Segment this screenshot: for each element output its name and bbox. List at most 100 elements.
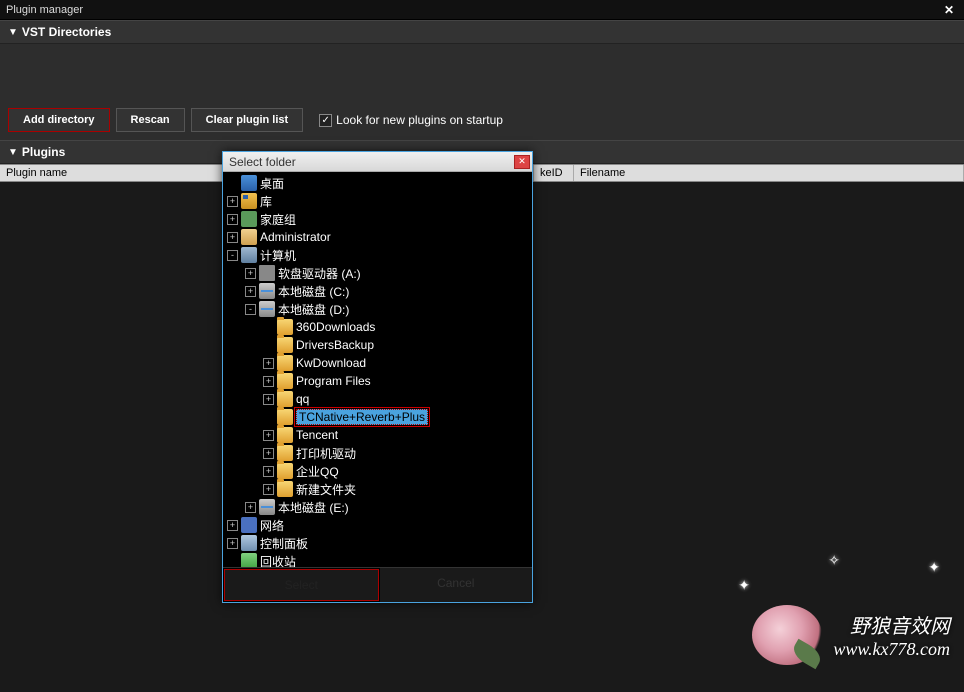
folder-icon <box>277 355 293 371</box>
tree-expander-icon[interactable]: + <box>227 196 238 207</box>
tree-node-label: 打印机驱动 <box>296 445 356 462</box>
tree-node[interactable]: DriversBackup <box>223 336 532 354</box>
vst-directories-label: VST Directories <box>22 25 111 39</box>
startup-scan-checkbox[interactable]: ✓ Look for new plugins on startup <box>319 113 503 127</box>
tree-expander-icon[interactable]: + <box>263 466 274 477</box>
dialog-close-icon[interactable]: ✕ <box>514 155 530 169</box>
group-icon <box>241 211 257 227</box>
close-icon[interactable]: ✕ <box>940 3 958 17</box>
plugins-label: Plugins <box>22 145 65 159</box>
dialog-buttons: Select Cancel <box>223 567 532 602</box>
tree-expander-icon[interactable]: + <box>263 484 274 495</box>
tree-node-label: 本地磁盘 (E:) <box>278 499 349 516</box>
tree-node[interactable]: 360Downloads <box>223 318 532 336</box>
folder-icon <box>277 319 293 335</box>
tree-node[interactable]: + 本地磁盘 (C:) <box>223 282 532 300</box>
cp-icon <box>241 535 257 551</box>
drive-icon <box>259 499 275 515</box>
folder-icon <box>277 463 293 479</box>
tree-node[interactable]: + qq <box>223 390 532 408</box>
tree-node-label: 计算机 <box>260 247 296 264</box>
tree-expander-icon[interactable]: + <box>245 286 256 297</box>
tree-node[interactable]: + Program Files <box>223 372 532 390</box>
tree-node-label: 本地磁盘 (D:) <box>278 301 349 318</box>
checkbox-icon: ✓ <box>319 114 332 127</box>
startup-scan-label: Look for new plugins on startup <box>336 113 503 127</box>
tree-expander-icon[interactable]: - <box>245 304 256 315</box>
disclosure-icon: ▼ <box>8 27 18 38</box>
folder-icon <box>277 373 293 389</box>
lib-icon <box>241 193 257 209</box>
tree-node-label: 库 <box>260 193 272 210</box>
tree-node-label: 桌面 <box>260 175 284 192</box>
tree-node-label: 本地磁盘 (C:) <box>278 283 349 300</box>
tree-node[interactable]: +库 <box>223 192 532 210</box>
select-button[interactable]: Select <box>224 569 379 601</box>
tree-node[interactable]: + 企业QQ <box>223 462 532 480</box>
column-filename[interactable]: Filename <box>574 165 964 181</box>
vst-directories-header[interactable]: ▼ VST Directories <box>0 20 964 44</box>
tree-expander-icon[interactable]: + <box>227 214 238 225</box>
tree-expander-icon[interactable]: + <box>263 430 274 441</box>
folder-icon <box>277 337 293 353</box>
rescan-button[interactable]: Rescan <box>116 108 185 132</box>
tree-expander-icon[interactable]: + <box>263 394 274 405</box>
titlebar: Plugin manager ✕ <box>0 0 964 20</box>
tree-expander-icon[interactable]: + <box>263 358 274 369</box>
tree-node[interactable]: +网络 <box>223 516 532 534</box>
tree-node-label: 回收站 <box>260 553 296 568</box>
dialog-title: Select folder <box>229 155 296 169</box>
tree-expander-icon[interactable]: + <box>263 376 274 387</box>
tree-node-label: 360Downloads <box>296 320 375 334</box>
tree-node[interactable]: 桌面 <box>223 174 532 192</box>
column-keid[interactable]: keID <box>534 165 574 181</box>
clear-plugin-list-button[interactable]: Clear plugin list <box>191 108 304 132</box>
add-directory-button[interactable]: Add directory <box>8 108 110 132</box>
folder-tree[interactable]: 桌面+库+家庭组+Administrator-计算机+软盘驱动器 (A:)+本地… <box>223 172 532 567</box>
tree-expander-icon[interactable]: - <box>227 250 238 261</box>
tree-node-label: qq <box>296 392 309 406</box>
folder-icon <box>277 391 293 407</box>
toolbar: Add directory Rescan Clear plugin list ✓… <box>0 104 964 140</box>
tree-node-label: 家庭组 <box>260 211 296 228</box>
tree-expander-icon[interactable]: + <box>245 502 256 513</box>
window-title: Plugin manager <box>6 4 83 16</box>
computer-icon <box>241 247 257 263</box>
tree-node[interactable]: + Tencent <box>223 426 532 444</box>
tree-node[interactable]: +控制面板 <box>223 534 532 552</box>
tree-node-label: 企业QQ <box>296 463 339 480</box>
tree-node-label: 软盘驱动器 (A:) <box>278 265 361 282</box>
tree-node[interactable]: + 本地磁盘 (E:) <box>223 498 532 516</box>
drive-icon <box>259 301 275 317</box>
disclosure-icon: ▼ <box>8 147 18 158</box>
tree-node[interactable]: - 计算机 <box>223 246 532 264</box>
tree-node-label: TCNative+Reverb+Plus <box>296 409 428 425</box>
folder-icon <box>277 481 293 497</box>
folder-icon <box>277 409 293 425</box>
tree-node[interactable]: + 新建文件夹 <box>223 480 532 498</box>
tree-node[interactable]: TCNative+Reverb+Plus <box>223 408 532 426</box>
tree-expander-icon[interactable]: + <box>245 268 256 279</box>
tree-node[interactable]: 回收站 <box>223 552 532 567</box>
tree-expander-icon[interactable]: + <box>227 538 238 549</box>
select-folder-dialog: Select folder ✕ 桌面+库+家庭组+Administrator-计… <box>222 151 533 603</box>
folder-icon <box>277 445 293 461</box>
tree-node[interactable]: +Administrator <box>223 228 532 246</box>
tree-node[interactable]: + 家庭组 <box>223 210 532 228</box>
folder-icon <box>277 427 293 443</box>
tree-node[interactable]: + 打印机驱动 <box>223 444 532 462</box>
tree-expander-icon[interactable]: + <box>227 520 238 531</box>
vst-directories-panel <box>0 44 964 104</box>
cancel-button[interactable]: Cancel <box>380 568 533 602</box>
tree-node-label: 新建文件夹 <box>296 481 356 498</box>
tree-node[interactable]: + 软盘驱动器 (A:) <box>223 264 532 282</box>
tree-expander-icon[interactable]: + <box>263 448 274 459</box>
tree-node[interactable]: +KwDownload <box>223 354 532 372</box>
tree-node-label: Program Files <box>296 374 371 388</box>
floppy-icon <box>259 265 275 281</box>
dialog-titlebar[interactable]: Select folder ✕ <box>223 152 532 172</box>
tree-node-label: Tencent <box>296 428 338 442</box>
recycle-icon <box>241 553 257 567</box>
tree-node[interactable]: - 本地磁盘 (D:) <box>223 300 532 318</box>
tree-expander-icon[interactable]: + <box>227 232 238 243</box>
